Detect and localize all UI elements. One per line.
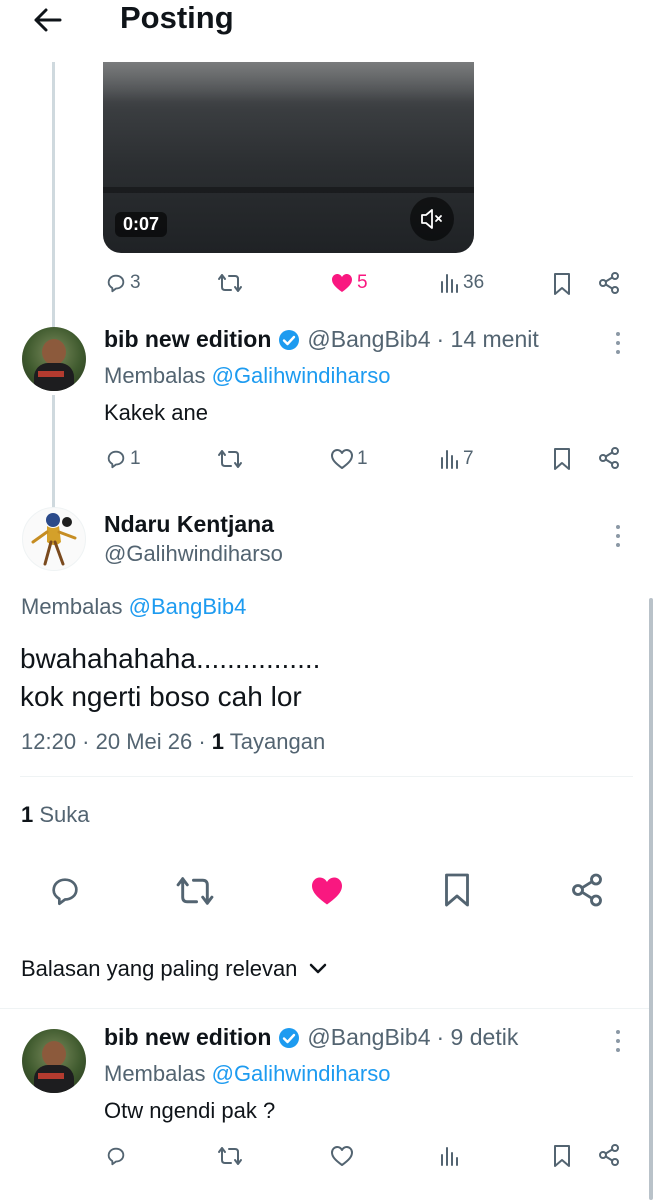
video-player[interactable]: 0:07 (103, 62, 474, 253)
like-button[interactable]: 1 (330, 448, 368, 470)
author-handle[interactable]: @BangBib4 (307, 326, 430, 353)
views-button[interactable]: 7 (440, 448, 474, 470)
post-metadata: 12:20 · 20 Mei 26 · 1 Tayangan (21, 729, 326, 754)
reply-text: Kakek ane (104, 400, 208, 425)
replying-to: Membalas @Galihwindiharso (104, 1061, 391, 1086)
avatar[interactable] (22, 327, 86, 391)
verified-badge-icon (279, 329, 300, 350)
views-icon (441, 274, 458, 293)
bookmark-button[interactable] (442, 872, 472, 908)
author-handle[interactable]: @BangBib4 (307, 1024, 430, 1051)
share-icon (599, 1144, 619, 1166)
scrollbar[interactable] (649, 598, 653, 1200)
repost-button[interactable] (217, 448, 243, 470)
share-icon (572, 873, 602, 907)
repost-icon (176, 877, 214, 905)
reply-icon (107, 450, 125, 469)
page-title: Posting (120, 0, 234, 35)
share-button[interactable] (597, 271, 621, 295)
divider (0, 1008, 653, 1009)
reply-button[interactable]: 1 (105, 448, 141, 470)
repost-icon (218, 450, 242, 468)
share-icon (599, 272, 619, 294)
replying-to: Membalas @Galihwindiharso (104, 363, 391, 388)
divider (20, 776, 633, 777)
verified-badge-icon (279, 1027, 300, 1048)
like-button[interactable] (330, 1145, 354, 1167)
share-button[interactable] (597, 446, 621, 470)
avatar[interactable] (22, 507, 86, 571)
mute-icon (421, 209, 442, 229)
heart-icon (332, 274, 352, 292)
reply-icon (107, 1147, 125, 1166)
heart-icon (312, 877, 342, 905)
post-text: bwahahahaha................ kok ngerti b… (20, 643, 321, 712)
more-button[interactable] (614, 1028, 622, 1054)
video-duration-badge: 0:07 (115, 212, 168, 237)
chevron-down-icon (310, 963, 327, 974)
thread-line (52, 62, 55, 327)
views-icon (441, 1147, 458, 1166)
author-name[interactable]: bib new edition (104, 326, 271, 353)
header: Posting (0, 0, 653, 62)
views-button[interactable] (440, 1145, 460, 1167)
like-button[interactable]: 5 (330, 272, 368, 294)
share-icon (599, 447, 619, 469)
reply-header: bib new edition @BangBib4 · 14 menit (104, 326, 539, 353)
back-button[interactable] (28, 4, 68, 36)
share-button[interactable] (597, 1143, 621, 1167)
reply-icon (107, 274, 125, 293)
heart-icon (331, 1146, 353, 1166)
bookmark-icon (554, 448, 570, 470)
bookmark-button[interactable] (552, 1144, 572, 1168)
reply-text: Otw ngendi pak ? (104, 1098, 276, 1123)
mention-link[interactable]: @Galihwindiharso (212, 1061, 391, 1086)
repost-button[interactable] (217, 272, 243, 294)
reply-sort-dropdown[interactable]: Balasan yang paling relevan (21, 956, 329, 982)
repost-button[interactable] (217, 1145, 243, 1167)
reply-button[interactable]: 3 (105, 272, 141, 294)
more-button[interactable] (614, 330, 622, 356)
repost-icon (218, 274, 242, 292)
reply-header: bib new edition @BangBib4 · 9 detik (104, 1024, 518, 1051)
bookmark-icon (554, 273, 570, 295)
heart-icon (331, 449, 353, 469)
post-time: · 14 menit (436, 326, 539, 352)
author-name[interactable]: bib new edition (104, 1024, 271, 1051)
post-time: · 9 detik (436, 1024, 519, 1050)
more-button[interactable] (614, 523, 622, 549)
views-count[interactable]: 1 (212, 729, 224, 754)
mention-link[interactable]: @BangBib4 (129, 594, 247, 619)
more-icon (616, 525, 620, 547)
reply-button[interactable] (105, 1145, 127, 1167)
repost-button[interactable] (175, 874, 215, 908)
repost-icon (218, 1147, 242, 1165)
wayang-avatar-image (31, 513, 77, 566)
thread-line (52, 395, 55, 508)
views-icon (441, 450, 458, 469)
bookmark-button[interactable] (552, 447, 572, 471)
bookmark-button[interactable] (552, 272, 572, 296)
bookmark-icon (445, 873, 469, 907)
more-icon (616, 332, 620, 354)
replying-to: Membalas @BangBib4 (21, 594, 247, 619)
avatar[interactable] (22, 1029, 86, 1093)
back-arrow-icon (34, 8, 62, 32)
share-button[interactable] (569, 872, 605, 908)
views-button[interactable]: 36 (440, 272, 484, 294)
author-name[interactable]: Ndaru Kentjana (104, 511, 274, 538)
likes-summary[interactable]: 1 Suka (21, 802, 90, 828)
author-handle[interactable]: @Galihwindiharso (104, 541, 283, 567)
reply-button[interactable] (48, 874, 82, 908)
mention-link[interactable]: @Galihwindiharso (212, 363, 391, 388)
mute-button[interactable] (410, 197, 454, 241)
reply-icon (52, 878, 78, 906)
more-icon (616, 1030, 620, 1052)
bookmark-icon (554, 1145, 570, 1167)
like-button[interactable] (309, 874, 345, 908)
